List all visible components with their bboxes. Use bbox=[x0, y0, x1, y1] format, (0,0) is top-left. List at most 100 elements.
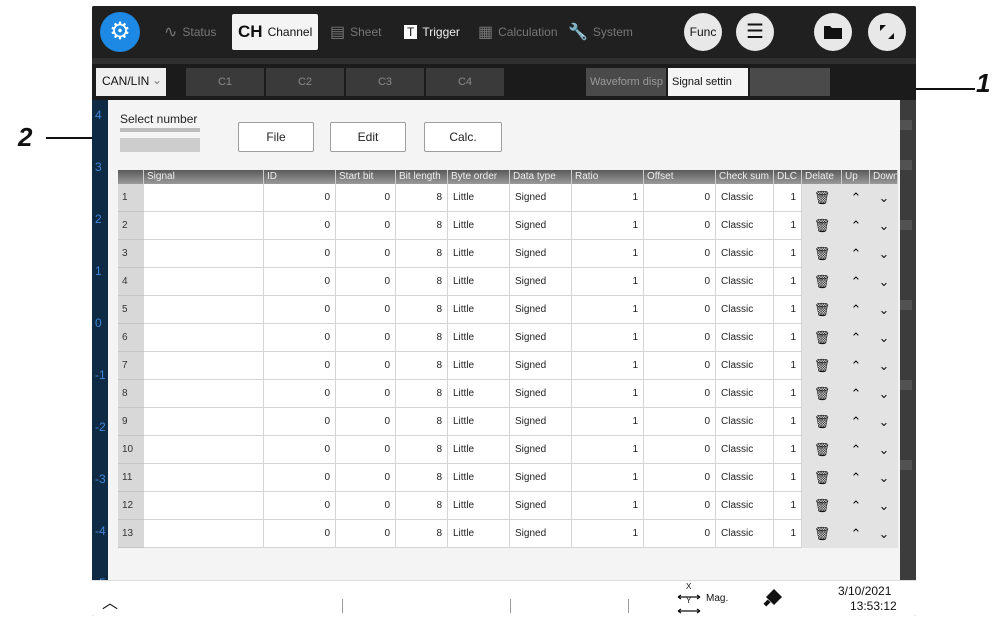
chevron-up-icon[interactable]: ⌃ bbox=[842, 464, 870, 492]
edit-button[interactable]: Edit bbox=[330, 122, 406, 152]
cell-id[interactable]: 0 bbox=[264, 212, 336, 240]
cell-id[interactable]: 0 bbox=[264, 240, 336, 268]
cell-type[interactable]: Signed bbox=[510, 240, 572, 268]
chevron-up-icon[interactable]: ⌃ bbox=[842, 212, 870, 240]
cell-order[interactable]: Little bbox=[448, 436, 510, 464]
trash-icon[interactable]: 🗑 bbox=[802, 380, 842, 408]
cell-type[interactable]: Signed bbox=[510, 492, 572, 520]
cell-order[interactable]: Little bbox=[448, 352, 510, 380]
chevron-down-icon[interactable]: ⌄ bbox=[870, 520, 898, 548]
cell-checksum[interactable]: Classic bbox=[716, 492, 774, 520]
cell-dlc[interactable]: 1 bbox=[774, 520, 802, 548]
tab-signal-settings[interactable]: Signal settin bbox=[668, 68, 748, 96]
cell-id[interactable]: 0 bbox=[264, 352, 336, 380]
cell-id[interactable]: 0 bbox=[264, 492, 336, 520]
tab-trigger[interactable]: T Trigger bbox=[398, 14, 466, 50]
row-number[interactable]: 8 bbox=[118, 380, 144, 408]
cell-type[interactable]: Signed bbox=[510, 464, 572, 492]
can-lin-dropdown[interactable]: CAN/LIN ⌄ bbox=[96, 68, 166, 96]
cell-len[interactable]: 8 bbox=[396, 296, 448, 324]
cell-len[interactable]: 8 bbox=[396, 352, 448, 380]
cell-start[interactable]: 0 bbox=[336, 464, 396, 492]
cell-id[interactable]: 0 bbox=[264, 520, 336, 548]
cell-signal[interactable] bbox=[144, 324, 264, 352]
cell-start[interactable]: 0 bbox=[336, 436, 396, 464]
cell-signal[interactable] bbox=[144, 520, 264, 548]
cell-ratio[interactable]: 1 bbox=[572, 352, 644, 380]
cell-signal[interactable] bbox=[144, 352, 264, 380]
chevron-up-icon[interactable]: ⌃ bbox=[842, 380, 870, 408]
chevron-up-icon[interactable]: ⌃ bbox=[842, 520, 870, 548]
chevron-down-icon[interactable]: ⌄ bbox=[870, 436, 898, 464]
cell-len[interactable]: 8 bbox=[396, 324, 448, 352]
tab-hidden[interactable] bbox=[750, 68, 830, 96]
trash-icon[interactable]: 🗑 bbox=[802, 436, 842, 464]
cell-ratio[interactable]: 1 bbox=[572, 492, 644, 520]
cell-offset[interactable]: 0 bbox=[644, 464, 716, 492]
cell-dlc[interactable]: 1 bbox=[774, 464, 802, 492]
tab-calculation[interactable]: ▦ Calculation bbox=[472, 14, 564, 50]
cell-type[interactable]: Signed bbox=[510, 268, 572, 296]
tab-status[interactable]: ∿ Status bbox=[158, 14, 222, 50]
cell-id[interactable]: 0 bbox=[264, 268, 336, 296]
cell-len[interactable]: 8 bbox=[396, 380, 448, 408]
chevron-down-icon[interactable]: ⌄ bbox=[870, 212, 898, 240]
trash-icon[interactable]: 🗑 bbox=[802, 464, 842, 492]
cell-len[interactable]: 8 bbox=[396, 520, 448, 548]
cell-checksum[interactable]: Classic bbox=[716, 380, 774, 408]
cell-checksum[interactable]: Classic bbox=[716, 464, 774, 492]
trash-icon[interactable]: 🗑 bbox=[802, 212, 842, 240]
cell-id[interactable]: 0 bbox=[264, 296, 336, 324]
cell-len[interactable]: 8 bbox=[396, 492, 448, 520]
chevron-up-icon[interactable]: ⌃ bbox=[842, 436, 870, 464]
cell-dlc[interactable]: 1 bbox=[774, 240, 802, 268]
cell-order[interactable]: Little bbox=[448, 520, 510, 548]
row-number[interactable]: 5 bbox=[118, 296, 144, 324]
row-number[interactable]: 10 bbox=[118, 436, 144, 464]
chevron-down-icon[interactable]: ⌄ bbox=[870, 324, 898, 352]
cell-order[interactable]: Little bbox=[448, 492, 510, 520]
cell-checksum[interactable]: Classic bbox=[716, 184, 774, 212]
row-number[interactable]: 12 bbox=[118, 492, 144, 520]
row-number[interactable]: 1 bbox=[118, 184, 144, 212]
cell-ratio[interactable]: 1 bbox=[572, 380, 644, 408]
select-number-bar[interactable] bbox=[120, 128, 200, 132]
cell-signal[interactable] bbox=[144, 464, 264, 492]
cell-ratio[interactable]: 1 bbox=[572, 408, 644, 436]
trash-icon[interactable]: 🗑 bbox=[802, 352, 842, 380]
cell-dlc[interactable]: 1 bbox=[774, 492, 802, 520]
tab-sheet[interactable]: ▤ Sheet bbox=[324, 14, 387, 50]
cell-checksum[interactable]: Classic bbox=[716, 408, 774, 436]
cell-ratio[interactable]: 1 bbox=[572, 268, 644, 296]
row-number[interactable]: 6 bbox=[118, 324, 144, 352]
cell-start[interactable]: 0 bbox=[336, 212, 396, 240]
cell-dlc[interactable]: 1 bbox=[774, 184, 802, 212]
chevron-down-icon[interactable]: ⌄ bbox=[870, 352, 898, 380]
tab-c4[interactable]: C4 bbox=[426, 68, 504, 96]
chevron-up-icon[interactable]: ⌃ bbox=[842, 492, 870, 520]
trash-icon[interactable]: 🗑 bbox=[802, 492, 842, 520]
cell-type[interactable]: Signed bbox=[510, 324, 572, 352]
trash-icon[interactable]: 🗑 bbox=[802, 408, 842, 436]
cell-ratio[interactable]: 1 bbox=[572, 520, 644, 548]
chevron-down-icon[interactable]: ⌄ bbox=[870, 380, 898, 408]
cell-len[interactable]: 8 bbox=[396, 184, 448, 212]
trash-icon[interactable]: 🗑 bbox=[802, 324, 842, 352]
chevron-down-icon[interactable]: ⌄ bbox=[870, 240, 898, 268]
cell-ratio[interactable]: 1 bbox=[572, 184, 644, 212]
cell-signal[interactable] bbox=[144, 268, 264, 296]
cell-type[interactable]: Signed bbox=[510, 212, 572, 240]
cell-type[interactable]: Signed bbox=[510, 436, 572, 464]
cell-checksum[interactable]: Classic bbox=[716, 520, 774, 548]
calc-button[interactable]: Calc. bbox=[424, 122, 502, 152]
tab-c2[interactable]: C2 bbox=[266, 68, 344, 96]
cell-start[interactable]: 0 bbox=[336, 240, 396, 268]
cell-id[interactable]: 0 bbox=[264, 408, 336, 436]
gear-icon[interactable]: ⚙ bbox=[100, 12, 140, 52]
select-number-field[interactable] bbox=[120, 138, 200, 152]
chevron-up-icon[interactable]: ︿ bbox=[102, 589, 118, 613]
cell-checksum[interactable]: Classic bbox=[716, 240, 774, 268]
row-number[interactable]: 3 bbox=[118, 240, 144, 268]
chevron-down-icon[interactable]: ⌄ bbox=[870, 268, 898, 296]
cell-signal[interactable] bbox=[144, 212, 264, 240]
